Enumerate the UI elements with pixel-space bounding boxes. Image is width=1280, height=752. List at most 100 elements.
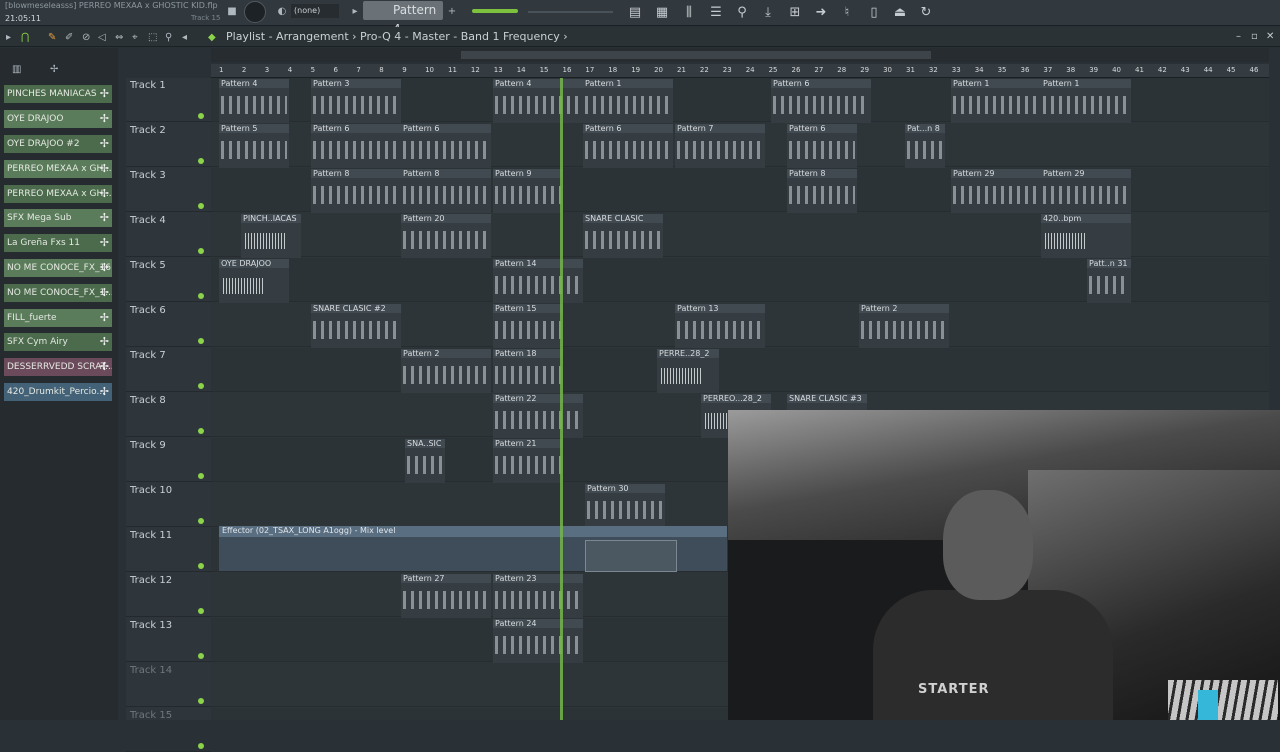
browser-icon[interactable]: ⊞	[785, 3, 805, 21]
pattern-clip[interactable]: SNARE CLASIC #2	[311, 304, 401, 348]
sidebar-item[interactable]: SFX Mega Sub ✢	[4, 209, 112, 227]
track-active-led[interactable]	[198, 158, 204, 164]
playhead[interactable]	[560, 78, 563, 720]
maximize-icon[interactable]: ▫	[1251, 31, 1258, 42]
pattern-clip[interactable]: Pattern 4	[219, 79, 289, 123]
close-icon[interactable]: ✕	[1266, 31, 1274, 42]
pattern-clip[interactable]: Pattern 7	[675, 124, 765, 168]
microphone-icon[interactable]: ♮	[837, 3, 857, 21]
add-pattern-icon[interactable]: +	[446, 4, 458, 19]
pattern-clip[interactable]: SNARE CLASIC	[583, 214, 663, 258]
pattern-clip[interactable]: Pattern 1	[951, 79, 1041, 123]
pattern-clip[interactable]: Pattern 29	[1041, 169, 1131, 213]
sidebar-item[interactable]: OYE DRAJOO ✢	[4, 110, 112, 128]
track-active-led[interactable]	[198, 743, 204, 749]
pattern-clip[interactable]: Pattern 6	[401, 124, 491, 168]
pattern-clip[interactable]: Pattern 6	[311, 124, 401, 168]
pattern-clip[interactable]: Pattern 8	[401, 169, 491, 213]
pattern-clip[interactable]: Pattern 15	[493, 304, 563, 348]
pattern-clip[interactable]: Pattern 18	[493, 349, 563, 393]
stamp-icon[interactable]: ⏏	[890, 3, 910, 21]
sidebar-item[interactable]: La Greña Fxs 11 ✢	[4, 234, 112, 252]
sidebar-item[interactable]: SFX Cym Airy ✢	[4, 333, 112, 351]
pattern-clip[interactable]: Pattern 22	[493, 394, 583, 438]
pattern-clip[interactable]: Pattern 23	[493, 574, 583, 618]
pattern-clip[interactable]: Pattern 9	[493, 169, 563, 213]
pattern-clip[interactable]: SNA..SIC	[405, 439, 445, 483]
track-header[interactable]: Track 1	[126, 78, 211, 122]
pattern-clip[interactable]: Pattern 13	[675, 304, 765, 348]
sidebar-item[interactable]: PERREO MEXAA x GH... ✢	[4, 185, 112, 203]
pattern-clip[interactable]: Pattern 21	[493, 439, 563, 483]
pattern-clip[interactable]: Pattern 14	[493, 259, 583, 303]
track-lane[interactable]	[211, 348, 1269, 392]
slice-icon[interactable]: ⌖	[132, 30, 138, 45]
pattern-clip[interactable]: Pattern 6	[787, 124, 857, 168]
pattern-clip[interactable]: OYE DRAJOO	[219, 259, 289, 303]
playlist-icon[interactable]: ▤	[625, 3, 645, 21]
sidebar-item[interactable]: OYE DRAJOO #2 ✢	[4, 135, 112, 153]
sidebar-item[interactable]: DESSERRVEDD SCRAT... ✢	[4, 358, 112, 376]
pattern-clip[interactable]: Pattern 8	[311, 169, 401, 213]
playback-icon[interactable]: ◂	[182, 30, 187, 45]
pattern-clip[interactable]: Pattern 2	[401, 349, 491, 393]
pattern-clip[interactable]: Pattern 30	[585, 484, 665, 528]
sidebar-item[interactable]: NO ME CONOCE_FX_16 ✢	[4, 259, 112, 277]
pattern-clip[interactable]: Pattern 8	[787, 169, 857, 213]
pattern-clip[interactable]: Pattern 24	[493, 619, 583, 663]
pattern-clip[interactable]: Pattern 27	[401, 574, 491, 618]
track-header[interactable]: Track 13	[126, 618, 211, 662]
channel-rack-icon[interactable]: ☰	[706, 3, 726, 21]
mixer-icon[interactable]: ⫼	[679, 3, 699, 21]
arrangement-icon[interactable]: ◆	[208, 30, 216, 45]
pattern-clip[interactable]: Pattern 3	[311, 79, 401, 123]
track-header[interactable]: Track 2	[126, 123, 211, 167]
pattern-clip[interactable]: Pattern 1	[1041, 79, 1131, 123]
track-header[interactable]: Track 3	[126, 168, 211, 212]
file-icon[interactable]: ▯	[864, 3, 884, 21]
track-active-led[interactable]	[198, 203, 204, 209]
sidebar-item[interactable]: PERREO MEXAA x GH... ✢	[4, 160, 112, 178]
track-active-led[interactable]	[198, 518, 204, 524]
scrollbar-thumb[interactable]	[461, 51, 931, 59]
sidebar-item[interactable]: PINCHES MANIACAS ✢	[4, 85, 112, 103]
pattern-clip[interactable]: 420..bpm	[1041, 214, 1131, 258]
timeline-ruler[interactable]: 1 2 3 4 5 6 7 8 9 10 11 12 13 14 15 16 17 18 19 20 21 22 23 24 2…	[211, 64, 1269, 78]
pattern-clip[interactable]: PERRE..28_2	[657, 349, 719, 393]
track-header[interactable]: Track 8	[126, 393, 211, 437]
track-header[interactable]: Track 7	[126, 348, 211, 392]
play-icon[interactable]: ▸	[6, 30, 11, 45]
track-header[interactable]: Track 5	[126, 258, 211, 302]
track-active-led[interactable]	[198, 563, 204, 569]
track-active-led[interactable]	[198, 383, 204, 389]
track-header[interactable]: Track 9	[126, 438, 211, 482]
zoom-icon[interactable]: ⚲	[165, 30, 172, 45]
sidebar-item[interactable]: NO ME CONOCE_FX_1... ✢	[4, 284, 112, 302]
plugin-icon[interactable]: ⚲	[732, 3, 752, 21]
mute-icon[interactable]: ◁	[98, 30, 106, 45]
refresh-icon[interactable]: ↻	[916, 3, 936, 21]
slip-icon[interactable]: ⇔	[115, 30, 123, 45]
pattern-clip[interactable]: Pattern 5	[219, 124, 289, 168]
track-header[interactable]: Track 14	[126, 663, 211, 707]
pattern-clip[interactable]: Pattern 4	[493, 79, 583, 123]
pattern-clip[interactable]: Pattern 20	[401, 214, 491, 258]
track-active-led[interactable]	[198, 608, 204, 614]
pattern-clip[interactable]: Pat...n 8	[905, 124, 945, 168]
pattern-clip[interactable]: Pattern 6	[771, 79, 871, 123]
pattern-clip[interactable]: Pattern 29	[951, 169, 1041, 213]
track-active-led[interactable]	[198, 113, 204, 119]
magnet-snap-icon[interactable]: ⋂	[21, 30, 29, 45]
track-active-led[interactable]	[198, 248, 204, 254]
arrow-right-icon[interactable]: ➜	[811, 3, 831, 21]
pattern-clip[interactable]: PINCH..IACAS	[241, 214, 301, 258]
track-header[interactable]: Track 12	[126, 573, 211, 617]
track-active-led[interactable]	[198, 698, 204, 704]
pattern-clip[interactable]: Pattern 2	[859, 304, 949, 348]
download-icon[interactable]: ⤓	[758, 3, 778, 21]
track-active-led[interactable]	[198, 473, 204, 479]
track-header[interactable]: Track 6	[126, 303, 211, 347]
sidebar-item[interactable]: 420_Drumkit_Percio... ✢	[4, 383, 112, 401]
metronome-icon[interactable]: ■	[226, 4, 238, 19]
track-header[interactable]: Track 4	[126, 213, 211, 257]
